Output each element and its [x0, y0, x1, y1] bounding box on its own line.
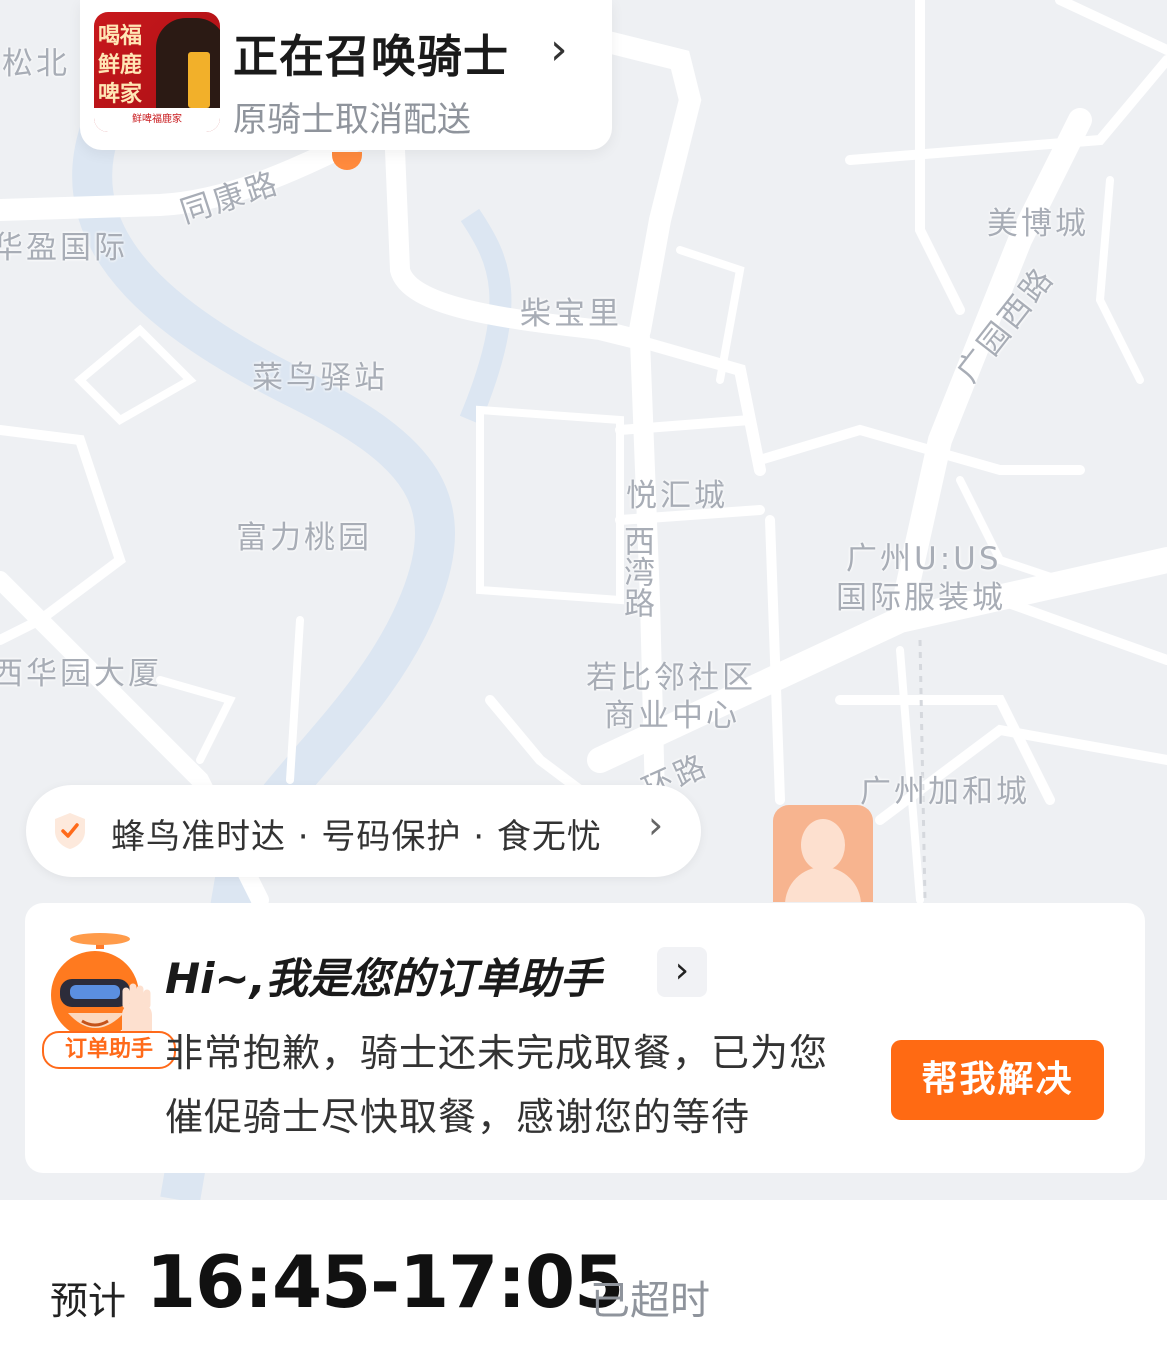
order-assistant-card: 订单助手 Hi~,我是您的订单助手 › 非常抱歉，骑士还未完成取餐，已为您催促骑…	[25, 903, 1145, 1173]
chevron-right-icon: ›	[648, 803, 664, 847]
chevron-right-icon[interactable]: ›	[550, 24, 568, 75]
map-label: 松北	[2, 46, 70, 82]
map-label: 西湾路	[618, 525, 654, 618]
map-label: 富力桃园	[236, 520, 372, 556]
avatar-body	[785, 867, 861, 902]
shield-check-icon	[55, 813, 85, 849]
rider-avatar[interactable]	[773, 805, 873, 902]
eta-status-badge: 已超时	[590, 1278, 710, 1324]
eta-time: 16:45-17:05	[146, 1240, 624, 1324]
avatar-head	[801, 819, 845, 871]
status-title: 正在召唤骑士	[233, 30, 510, 83]
map-label: 西华园大厦	[0, 656, 162, 692]
map-label: 华盈国际	[0, 230, 128, 266]
beer-glass-icon	[188, 52, 210, 108]
delivery-status-card[interactable]: 喝福鲜鹿啤家 鲜啤福鹿家 正在召唤骑士 › 原骑士取消配送	[80, 0, 612, 150]
map-label: 柴宝里	[520, 296, 622, 332]
map-label: 菜鸟驿站	[252, 360, 388, 396]
service-guarantee-bar[interactable]: 蜂鸟准时达 · 号码保护 · 食无忧 ›	[26, 785, 701, 877]
assistant-title: Hi~,我是您的订单助手	[165, 954, 602, 1003]
eta-panel: 预计 16:45-17:05 已超时	[0, 1200, 1167, 1359]
shop-logo: 喝福鲜鹿啤家 鲜啤福鹿家	[94, 12, 220, 132]
logo-band: 鲜啤福鹿家	[94, 108, 220, 132]
map-label: 商业中心	[604, 698, 740, 734]
logo-text: 喝福鲜鹿啤家	[98, 23, 143, 107]
status-subtitle: 原骑士取消配送	[233, 100, 471, 140]
chevron-right-icon[interactable]: ›	[657, 947, 707, 997]
assistant-message: 非常抱歉，骑士还未完成取餐，已为您催促骑士尽快取餐，感谢您的等待	[165, 1031, 829, 1139]
map-label: 悦汇城	[626, 478, 728, 514]
guarantee-text: 蜂鸟准时达 · 号码保护 · 食无忧	[111, 817, 602, 857]
eta-label: 预计	[50, 1279, 127, 1323]
assistant-badge: 订单助手	[42, 1031, 176, 1069]
map-label: 广州加和城	[860, 774, 1030, 810]
help-me-resolve-button[interactable]: 帮我解决	[891, 1040, 1104, 1120]
map-label: 美博城	[987, 206, 1089, 242]
map-label: 国际服装城	[836, 580, 1006, 616]
